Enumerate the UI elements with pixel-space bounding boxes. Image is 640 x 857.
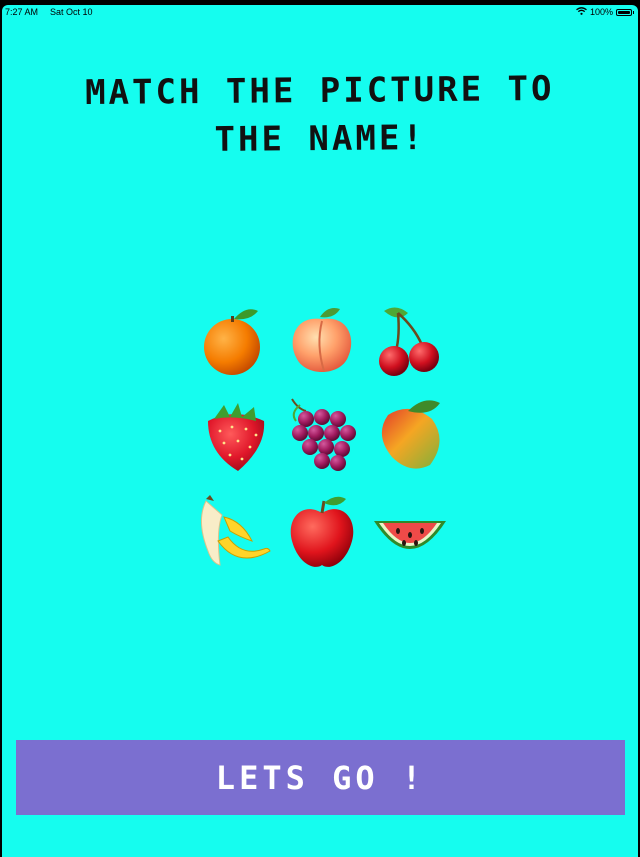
status-date: Sat Oct 10 xyxy=(50,7,93,17)
title-line-2: THE NAME! xyxy=(214,118,426,160)
battery-level-fill xyxy=(618,10,630,14)
fruit-grid xyxy=(194,301,458,577)
strawberry-icon[interactable] xyxy=(194,395,274,475)
watermelon-icon[interactable] xyxy=(370,491,450,571)
status-right: 100% xyxy=(576,7,634,17)
lets-go-button[interactable]: LETS GO ! xyxy=(16,740,625,815)
grapes-icon[interactable] xyxy=(282,395,362,475)
status-bar: 7:27 AM Sat Oct 10 100% xyxy=(2,5,638,21)
page-title: MATCH THE PICTURE TO THE NAME! xyxy=(22,64,619,165)
status-time: 7:27 AM xyxy=(5,7,39,17)
battery-cap xyxy=(633,10,634,14)
orange-icon[interactable] xyxy=(194,301,274,381)
app-screen: 7:27 AM Sat Oct 10 100% MATCH THE PICTUR… xyxy=(2,5,638,857)
battery-icon xyxy=(616,8,632,16)
cherries-icon[interactable] xyxy=(370,301,450,381)
apple-icon[interactable] xyxy=(282,491,362,571)
title-line-1: MATCH THE PICTURE TO xyxy=(84,68,555,114)
mango-icon[interactable] xyxy=(370,395,450,475)
peach-icon[interactable] xyxy=(282,301,362,381)
banana-icon[interactable] xyxy=(194,491,274,571)
wifi-icon xyxy=(576,7,587,17)
lets-go-label: LETS GO ! xyxy=(215,758,426,797)
battery-percent: 100% xyxy=(589,7,613,17)
